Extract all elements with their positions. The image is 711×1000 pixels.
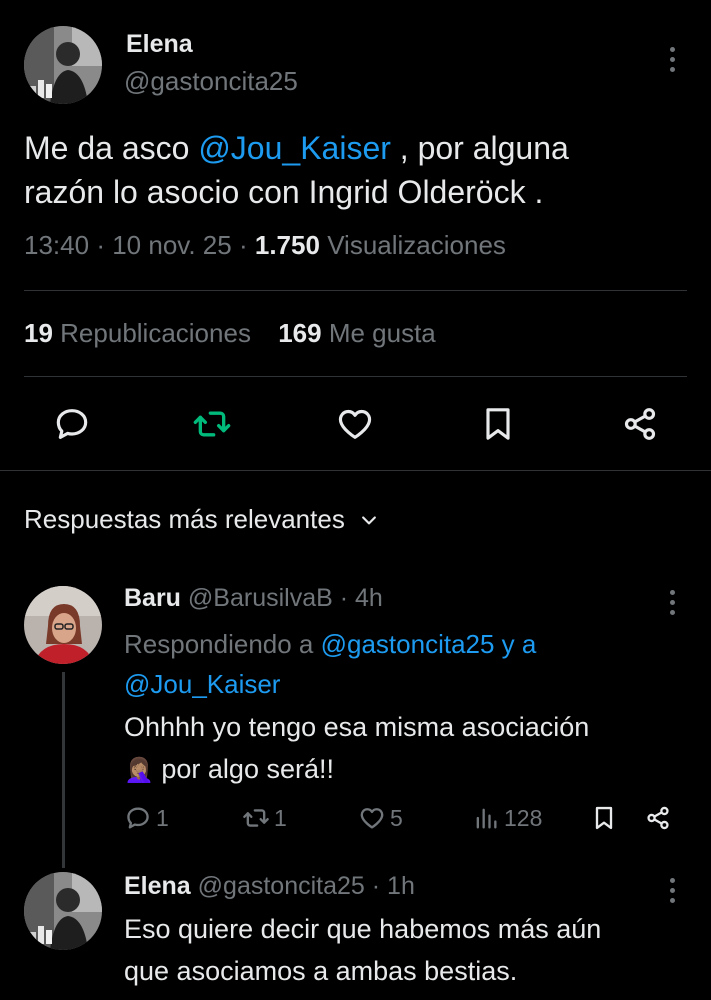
reply-icon	[127, 807, 149, 829]
tweet-text: Me da asco @Jou_Kaiser , por alguna razó…	[24, 126, 694, 214]
share-icon	[624, 408, 656, 440]
reply-share-button[interactable]	[644, 804, 672, 832]
reply-header: Baru @BarusilvaB · 4h	[124, 584, 383, 613]
tweet-text-line: razón lo asocio con Ingrid Olderöck .	[24, 174, 544, 210]
reply-like-button[interactable]: 5	[358, 804, 403, 832]
replying-to: Respondiendo a @gastoncita25 y a @Jou_Ka…	[124, 624, 684, 704]
reply-author-name[interactable]: Elena	[124, 872, 191, 900]
reply-text: Eso quiere decir que habemos más aún que…	[124, 908, 694, 992]
reply-time[interactable]: 4h	[355, 584, 383, 612]
reply-dot: ·	[371, 872, 381, 900]
reposts-count: 19	[24, 318, 53, 348]
reply-text-line: Ohhhh yo tengo esa misma asociación	[124, 712, 590, 742]
reply-avatar[interactable]	[24, 872, 102, 950]
avatar-photo	[24, 26, 102, 104]
engagement-stats: 19 Republicaciones 169 Me gusta	[24, 318, 436, 349]
reply-author-handle[interactable]: @BarusilvaB	[188, 584, 333, 612]
reply-author-handle[interactable]: @gastoncita25	[198, 872, 365, 900]
reposts-label: Republicaciones	[60, 318, 251, 348]
replying-mention[interactable]: @gastoncita25 y a	[321, 629, 537, 659]
facepalm-emoji: 🤦🏽‍♀️	[124, 757, 154, 784]
divider	[0, 470, 711, 471]
thread-line	[62, 672, 65, 868]
replies-sort-label: Respuestas más relevantes	[24, 504, 345, 534]
more-icon[interactable]	[667, 47, 677, 72]
reply-author-name[interactable]: Baru	[124, 584, 181, 612]
likes-label: Me gusta	[328, 318, 436, 348]
repost-icon	[193, 411, 231, 437]
bookmark-icon	[595, 806, 613, 830]
chevron-down-icon	[361, 515, 376, 524]
replies-sort-dropdown[interactable]: Respuestas más relevantes	[24, 504, 379, 535]
tweet-text-part: , por alguna	[390, 130, 569, 166]
repost-icon	[243, 809, 269, 827]
reply-icon	[56, 409, 88, 439]
tweet-date[interactable]: 10 nov. 25	[112, 230, 232, 260]
likes-stat[interactable]: 169 Me gusta	[278, 318, 436, 348]
like-count: 5	[390, 804, 403, 831]
reply-repost-button[interactable]: 1	[242, 804, 287, 832]
views-icon	[476, 808, 497, 829]
bookmark-icon	[486, 408, 510, 440]
like-button[interactable]	[333, 404, 377, 444]
meta-separator: ·	[96, 230, 105, 260]
views-count[interactable]: 1.750	[255, 230, 320, 260]
replying-label: Respondiendo a	[124, 629, 321, 659]
reply-text-line: por algo será!!	[153, 754, 334, 784]
reply-views-button[interactable]: 128	[472, 804, 542, 832]
reply-bookmark-button[interactable]	[590, 804, 618, 832]
reply-count: 1	[156, 804, 169, 831]
author-handle[interactable]: @gastoncita25	[124, 66, 298, 97]
avatar-photo	[24, 586, 102, 664]
heart-icon	[360, 808, 384, 829]
avatar-photo	[24, 872, 102, 950]
tweet-meta: 13:40 · 10 nov. 25 · 1.750 Visualizacion…	[24, 230, 506, 261]
reply-text-line: Eso quiere decir que habemos más aún	[124, 914, 602, 944]
more-icon[interactable]	[667, 878, 677, 903]
author-avatar[interactable]	[24, 26, 102, 104]
reply-text: Ohhhh yo tengo esa misma asociación 🤦🏽‍♀…	[124, 706, 694, 792]
replying-mention[interactable]: @Jou_Kaiser	[124, 669, 280, 699]
share-icon	[647, 806, 669, 830]
mention-link[interactable]: @Jou_Kaiser	[198, 130, 391, 166]
views-count: 128	[504, 804, 543, 831]
divider	[24, 290, 687, 291]
repost-button[interactable]	[190, 404, 234, 444]
views-label[interactable]: Visualizaciones	[327, 230, 506, 260]
reply-avatar[interactable]	[24, 586, 102, 664]
reply-button[interactable]	[50, 404, 94, 444]
heart-icon	[338, 409, 372, 439]
bookmark-button[interactable]	[476, 404, 520, 444]
likes-count: 169	[278, 318, 322, 348]
meta-separator: ·	[238, 230, 248, 260]
reply-time[interactable]: 1h	[387, 872, 415, 900]
tweet-text-part: Me da asco	[24, 130, 199, 166]
author-name[interactable]: Elena	[126, 30, 193, 59]
more-icon[interactable]	[667, 590, 677, 615]
share-button[interactable]	[618, 404, 662, 444]
tweet-time[interactable]: 13:40	[24, 230, 89, 260]
reply-reply-button[interactable]: 1	[124, 804, 169, 832]
divider	[24, 376, 687, 377]
reply-text-line: que asociamos a ambas bestias.	[124, 956, 518, 986]
reply-dot: ·	[339, 584, 349, 612]
reposts-stat[interactable]: 19 Republicaciones	[24, 318, 258, 348]
reply-header: Elena @gastoncita25 · 1h	[124, 872, 415, 901]
repost-count: 1	[274, 804, 287, 831]
